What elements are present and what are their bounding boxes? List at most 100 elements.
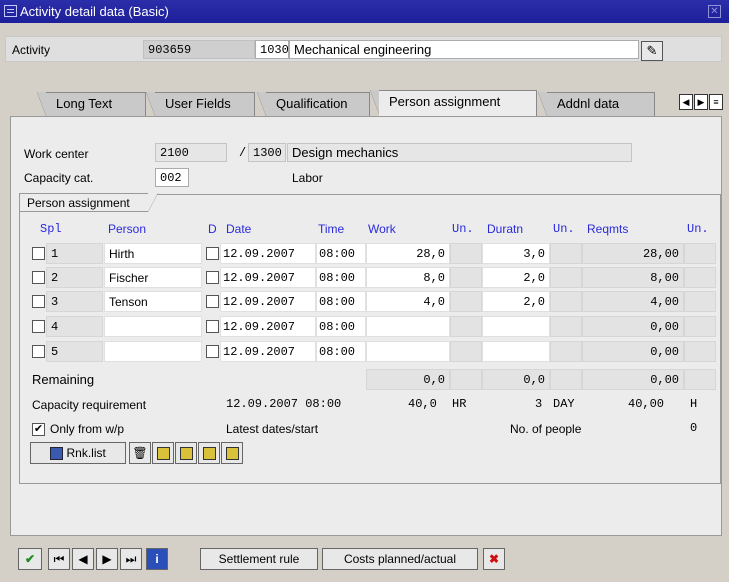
col-spl: Spl [40, 222, 62, 236]
date-cell[interactable]: 12.09.2007 [220, 243, 316, 264]
duratn-cell[interactable] [482, 316, 550, 337]
work-unit-cell [450, 316, 482, 337]
remaining-reqmts: 0,00 [582, 369, 684, 390]
cancel-icon[interactable]: ✖ [483, 548, 505, 570]
last-icon[interactable]: ⏭ [120, 548, 142, 570]
date-cell[interactable]: 12.09.2007 [220, 291, 316, 312]
col-date: Date [226, 222, 252, 236]
tool-button-3[interactable] [175, 442, 197, 464]
prev-icon[interactable]: ◀ [72, 548, 94, 570]
col-unit-work: Un. [452, 222, 474, 236]
capacity-requirement-duration-unit: DAY [553, 397, 575, 411]
d-checkbox[interactable] [206, 271, 219, 284]
reqmts-unit-cell [684, 341, 716, 362]
settlement-rule-button[interactable]: Settlement rule [200, 548, 318, 570]
tab-label: User Fields [165, 96, 231, 111]
remaining-work-unit [450, 369, 482, 390]
rank-list-button[interactable]: Rnk.list [30, 442, 126, 464]
delete-button[interactable]: 🗑 [129, 442, 151, 464]
d-checkbox[interactable] [206, 247, 219, 260]
duratn-unit-cell [550, 316, 582, 337]
activity-description-field[interactable]: Mechanical engineering [289, 40, 639, 59]
work-cell[interactable]: 8,0 [366, 267, 450, 288]
capacity-cat-field[interactable]: 002 [155, 168, 189, 187]
next-icon[interactable]: ▶ [96, 548, 118, 570]
check-icon[interactable]: ✔ [18, 548, 42, 570]
duratn-cell[interactable]: 3,0 [482, 243, 550, 264]
folder-down-icon [202, 447, 216, 461]
date-cell[interactable]: 12.09.2007 [220, 341, 316, 362]
work-cell[interactable]: 28,0 [366, 243, 450, 264]
time-cell[interactable]: 08:00 [316, 316, 366, 337]
tab-user-fields[interactable]: User Fields [146, 92, 255, 116]
costs-planned-actual-button[interactable]: Costs planned/actual [322, 548, 478, 570]
work-unit-cell [450, 267, 482, 288]
row-select-checkbox[interactable] [32, 247, 45, 260]
col-unit-reqmts: Un. [687, 222, 709, 236]
only-from-wp-checkbox[interactable]: ✔ [32, 423, 45, 436]
split-cell: 4 [46, 316, 103, 337]
tab-scroll-right-icon[interactable]: ▶ [694, 94, 708, 110]
person-cell[interactable]: Hirth [104, 243, 202, 264]
person-cell[interactable] [104, 341, 202, 362]
title-bar: Activity detail data (Basic) ✕ [0, 0, 729, 23]
info-icon[interactable]: i [146, 548, 168, 570]
tab-long-text[interactable]: Long Text [37, 92, 146, 116]
d-checkbox[interactable] [206, 345, 219, 358]
col-work: Work [368, 222, 396, 236]
window-title: Activity detail data (Basic) [20, 4, 169, 19]
time-cell[interactable]: 08:00 [316, 341, 366, 362]
col-duratn: Duratn [487, 222, 524, 236]
close-icon[interactable]: ✕ [708, 5, 721, 18]
work-cell[interactable] [366, 341, 450, 362]
tab-addnl-data[interactable]: Addnl data [538, 92, 655, 116]
col-unit-duratn: Un. [553, 222, 575, 236]
col-person: Person [108, 222, 147, 236]
row-select-checkbox[interactable] [32, 320, 45, 333]
date-cell[interactable]: 12.09.2007 [220, 316, 316, 337]
date-cell[interactable]: 12.09.2007 [220, 267, 316, 288]
tab-scroll-left-icon[interactable]: ◀ [679, 94, 693, 110]
folder-copy-icon [225, 447, 239, 461]
d-checkbox[interactable] [206, 295, 219, 308]
work-center-description: Design mechanics [287, 143, 632, 162]
activity-number-field: 903659 [143, 40, 255, 59]
tool-button-5[interactable] [221, 442, 243, 464]
capacity-requirement-reqmts-unit: H [690, 397, 698, 411]
duratn-cell[interactable]: 2,0 [482, 267, 550, 288]
time-cell[interactable]: 08:00 [316, 267, 366, 288]
duratn-unit-cell [550, 291, 582, 312]
time-cell[interactable]: 08:00 [316, 243, 366, 264]
capacity-requirement-work-unit: HR [452, 397, 467, 411]
reqmts-cell: 4,00 [582, 291, 684, 312]
tab-qualification[interactable]: Qualification [257, 92, 370, 116]
row-select-checkbox[interactable] [32, 345, 45, 358]
duratn-cell[interactable]: 2,0 [482, 291, 550, 312]
operation-field[interactable]: 1030 [255, 40, 289, 59]
duratn-unit-cell [550, 341, 582, 362]
tab-person-assignment[interactable]: Person assignment [370, 90, 537, 117]
person-cell[interactable]: Tenson [104, 291, 202, 312]
tool-button-4[interactable] [198, 442, 220, 464]
work-cell[interactable] [366, 316, 450, 337]
first-icon[interactable]: ⏮ [48, 548, 70, 570]
time-cell[interactable]: 08:00 [316, 291, 366, 312]
tool-button-2[interactable] [152, 442, 174, 464]
split-cell: 2 [46, 267, 103, 288]
tab-list-icon[interactable]: ≡ [709, 94, 723, 110]
reqmts-unit-cell [684, 316, 716, 337]
capacity-requirement-work: 40,0 [408, 397, 437, 411]
person-cell[interactable]: Fischer [104, 267, 202, 288]
d-checkbox[interactable] [206, 320, 219, 333]
duratn-unit-cell [550, 243, 582, 264]
row-select-checkbox[interactable] [32, 271, 45, 284]
row-select-checkbox[interactable] [32, 295, 45, 308]
col-reqmts: Reqmts [587, 222, 629, 236]
remaining-duratn: 0,0 [482, 369, 550, 390]
remaining-reqmts-unit [684, 369, 716, 390]
rank-list-icon [50, 447, 64, 461]
person-cell[interactable] [104, 316, 202, 337]
edit-icon[interactable]: ✎ [641, 41, 663, 61]
work-cell[interactable]: 4,0 [366, 291, 450, 312]
duratn-cell[interactable] [482, 341, 550, 362]
